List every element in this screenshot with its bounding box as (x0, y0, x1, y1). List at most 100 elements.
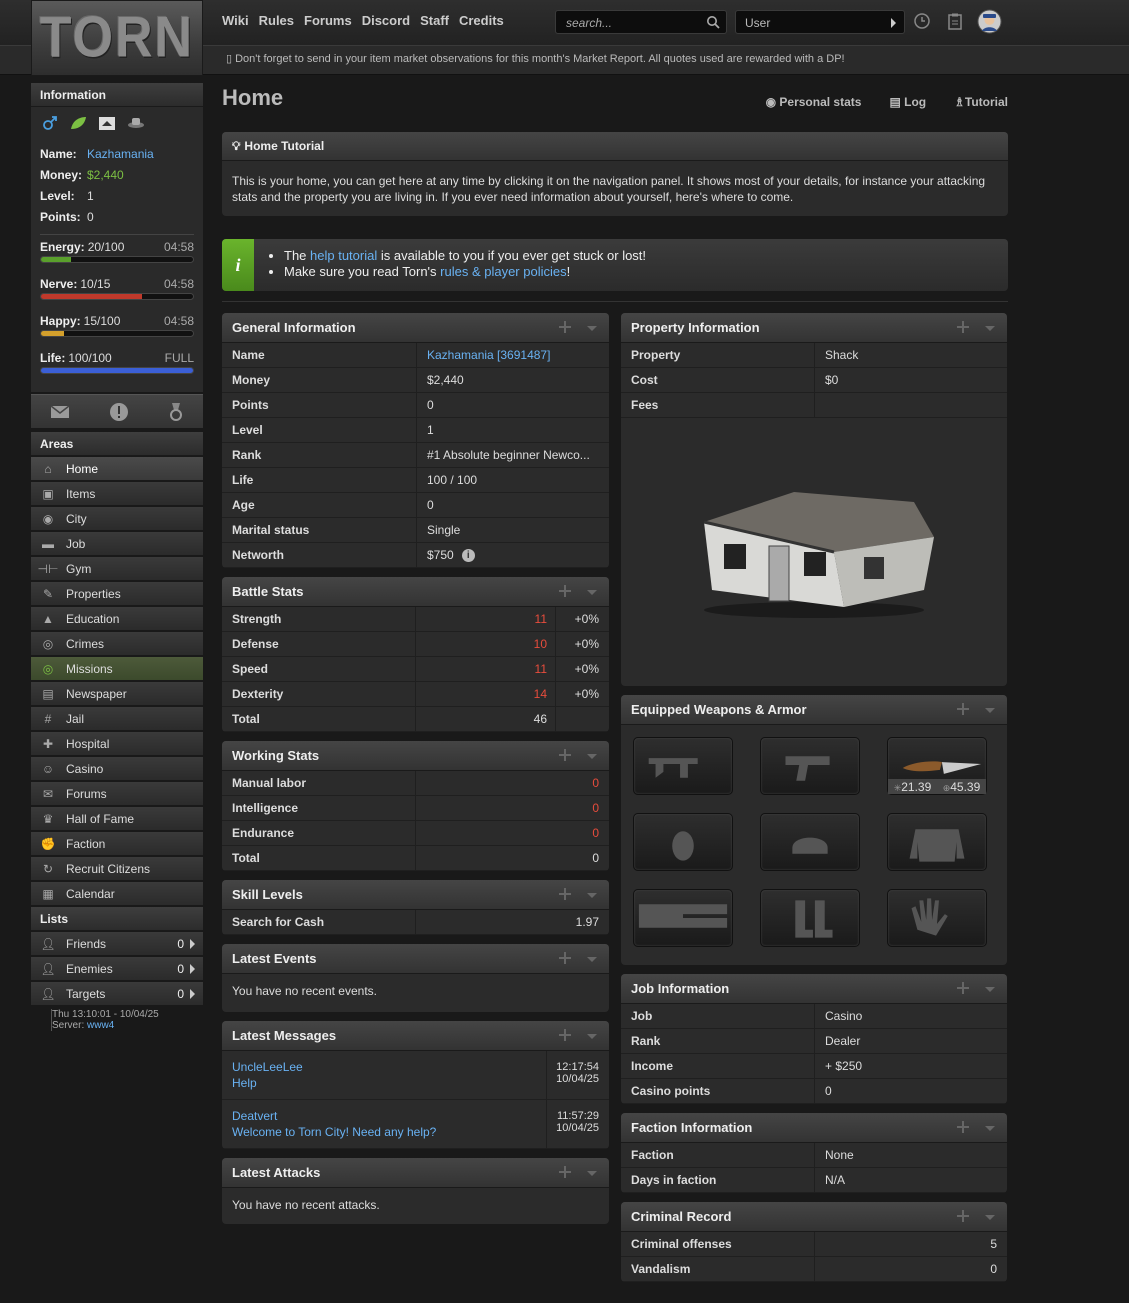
sidebar-item-hospital[interactable]: ✚ Hospital (31, 732, 203, 755)
nav-forums[interactable]: Forums (304, 13, 352, 28)
temporary-weapon-slot[interactable] (633, 813, 733, 871)
latest-attacks-header[interactable]: Latest Attacks (222, 1158, 609, 1188)
male-icon[interactable] (42, 115, 58, 131)
faction-information-header[interactable]: Faction Information (621, 1113, 1007, 1143)
nav-credits[interactable]: Credits (459, 13, 504, 28)
list-friends[interactable]: 👤︎ Friends 0 (31, 932, 203, 955)
plus-icon[interactable] (559, 749, 571, 761)
chevron-down-icon[interactable] (985, 326, 995, 331)
stat-bar[interactable]: Life: 100/100 FULL (40, 351, 194, 386)
mail-icon[interactable] (50, 404, 70, 419)
plus-icon[interactable] (957, 703, 969, 715)
tutorial-link[interactable]: ♗Tutorial (954, 95, 1008, 109)
sidebar-item-properties[interactable]: ✎ Properties (31, 582, 203, 605)
chevron-down-icon[interactable] (985, 1215, 995, 1220)
medal-icon[interactable] (168, 402, 184, 422)
help-tutorial-link[interactable]: help tutorial (310, 248, 377, 263)
clock-icon[interactable] (913, 12, 931, 30)
nav-wiki[interactable]: Wiki (222, 13, 249, 28)
leaf-icon[interactable] (69, 115, 87, 131)
equipped-weapons-header[interactable]: Equipped Weapons & Armor (621, 695, 1007, 725)
skill-levels-header[interactable]: Skill Levels (222, 880, 609, 910)
nav-rules[interactable]: Rules (259, 13, 294, 28)
house-badge-icon[interactable] (98, 115, 116, 131)
message-subject[interactable]: Help (232, 1075, 536, 1091)
notes-icon[interactable] (946, 12, 964, 30)
sidebar-item-newspaper[interactable]: ▤ Newspaper (31, 682, 203, 705)
chevron-down-icon[interactable] (985, 987, 995, 992)
sidebar-item-hall-of-fame[interactable]: ♛ Hall of Fame (31, 807, 203, 830)
sidebar-item-missions[interactable]: ◎ Missions (31, 657, 203, 680)
plus-icon[interactable] (559, 888, 571, 900)
secondary-weapon-slot[interactable] (760, 737, 860, 795)
chevron-down-icon[interactable] (587, 590, 597, 595)
gloves-slot[interactable] (887, 889, 987, 947)
plus-icon[interactable] (957, 1210, 969, 1222)
sidebar-item-faction[interactable]: ✊ Faction (31, 832, 203, 855)
chevron-down-icon[interactable] (587, 893, 597, 898)
battle-stats-header[interactable]: Battle Stats (222, 577, 609, 607)
stat-bar[interactable]: Nerve: 10/15 04:58 (40, 277, 194, 312)
sidebar-item-recruit-citizens[interactable]: ↻ Recruit Citizens (31, 857, 203, 880)
list-enemies[interactable]: 👤︎ Enemies 0 (31, 957, 203, 980)
working-stats-header[interactable]: Working Stats (222, 741, 609, 771)
general-information-header[interactable]: General Information (222, 313, 609, 343)
body-armor-slot[interactable] (887, 813, 987, 871)
user-select[interactable]: User (735, 10, 905, 34)
sidebar-item-job[interactable]: ▬ Job (31, 532, 203, 555)
sidebar-item-gym[interactable]: ⊣⊢ Gym (31, 557, 203, 580)
chevron-down-icon[interactable] (587, 754, 597, 759)
money-value[interactable]: $2,440 (87, 168, 124, 182)
message-sender[interactable]: Deatvert (232, 1108, 536, 1124)
stat-bar[interactable]: Energy: 20/100 04:58 (40, 240, 194, 275)
plus-icon[interactable] (559, 1029, 571, 1041)
search-input[interactable]: search... (555, 10, 727, 34)
rules-policies-link[interactable]: rules & player policies (440, 264, 566, 279)
personal-stats-link[interactable]: ◉ Personal stats (766, 95, 862, 109)
log-link[interactable]: ▤ Log (889, 95, 926, 109)
chevron-down-icon[interactable] (587, 326, 597, 331)
nav-staff[interactable]: Staff (420, 13, 449, 28)
stat-bar[interactable]: Happy: 15/100 04:58 (40, 314, 194, 349)
plus-icon[interactable] (559, 321, 571, 333)
chevron-down-icon[interactable] (985, 708, 995, 713)
plus-icon[interactable] (957, 982, 969, 994)
primary-weapon-slot[interactable] (633, 737, 733, 795)
latest-messages-header[interactable]: Latest Messages (222, 1021, 609, 1051)
plus-icon[interactable] (559, 1166, 571, 1178)
plus-icon[interactable] (957, 321, 969, 333)
plus-icon[interactable] (559, 585, 571, 597)
search-icon[interactable] (706, 15, 720, 29)
message-subject[interactable]: Welcome to Torn City! Need any help? (232, 1124, 536, 1140)
info-circle-icon[interactable]: i (461, 548, 475, 562)
sidebar-item-crimes[interactable]: ◎ Crimes (31, 632, 203, 655)
avatar[interactable] (977, 9, 1002, 34)
sidebar-item-education[interactable]: ▲ Education (31, 607, 203, 630)
hat-icon[interactable] (127, 115, 145, 131)
chevron-down-icon[interactable] (587, 1171, 597, 1176)
sidebar-item-home[interactable]: ⌂ Home (31, 457, 203, 480)
sidebar-item-city[interactable]: ◉ City (31, 507, 203, 530)
job-information-header[interactable]: Job Information (621, 974, 1007, 1004)
chevron-down-icon[interactable] (985, 1126, 995, 1131)
list-targets[interactable]: 👤︎ Targets 0 (31, 982, 203, 1005)
helmet-slot[interactable] (760, 813, 860, 871)
sidebar-item-items[interactable]: ▣ Items (31, 482, 203, 505)
plus-icon[interactable] (957, 1121, 969, 1133)
message-item[interactable]: Deatvert Welcome to Torn City! Need any h… (222, 1100, 609, 1149)
player-name-link[interactable]: Kazhamania (87, 147, 154, 161)
chevron-down-icon[interactable] (587, 957, 597, 962)
nav-discord[interactable]: Discord (362, 13, 410, 28)
sidebar-item-jail[interactable]: # Jail (31, 707, 203, 730)
plus-icon[interactable] (559, 952, 571, 964)
sidebar-item-forums[interactable]: ✉ Forums (31, 782, 203, 805)
sidebar-item-calendar[interactable]: ▦ Calendar (31, 882, 203, 905)
leg-armor-slot[interactable] (633, 889, 733, 947)
criminal-record-header[interactable]: Criminal Record (621, 1202, 1007, 1232)
message-item[interactable]: UncleLeeLee Help 12:17:54 10/04/25 (222, 1051, 609, 1100)
alert-icon[interactable] (109, 402, 129, 422)
home-tutorial-header[interactable]: 💡︎ Home Tutorial (222, 132, 1008, 161)
melee-weapon-slot[interactable]: ✳21.39 ⊕45.39 (887, 737, 987, 795)
boots-slot[interactable] (760, 889, 860, 947)
chevron-down-icon[interactable] (587, 1034, 597, 1039)
